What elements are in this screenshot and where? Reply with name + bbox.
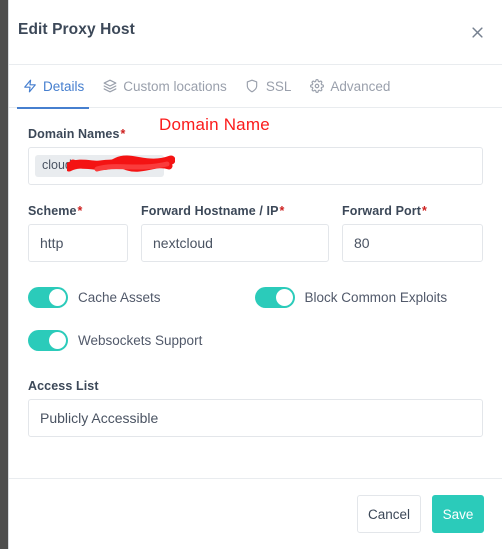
domain-name-tag-text: cloud. [42, 158, 76, 173]
field-group-domain-names: Domain Names* cloud.xxxxxxxxxxxxx Domain… [28, 108, 483, 185]
toggle-switch-icon[interactable] [254, 286, 295, 308]
scheme-label: Scheme* [28, 204, 128, 218]
domain-name-tag[interactable]: cloud.xxxxxxxxxxxxx [35, 155, 176, 177]
toggle-group: Cache Assets Block Common Exploits Webso… [28, 262, 483, 355]
toggle-switch-icon[interactable] [28, 286, 68, 308]
modal-footer: Cancel Save [9, 478, 502, 549]
access-list-select[interactable]: Publicly Accessible [28, 399, 483, 437]
domain-names-input[interactable]: cloud.xxxxxxxxxxxxx Domain Name [28, 115, 483, 185]
redaction-scribble [64, 153, 176, 175]
field-group-access-list: Access List Publicly Accessible [28, 355, 483, 437]
page-title: Edit Proxy Host [18, 21, 135, 38]
toggle-cache-assets-label: Cache Assets [78, 289, 161, 305]
tab-custom-locations[interactable]: Custom locations [93, 65, 236, 108]
modal-body: Domain Names* cloud.xxxxxxxxxxxxx Domain… [9, 108, 502, 478]
required-asterisk: * [279, 204, 285, 218]
domain-names-label-text: Domain Names [28, 127, 120, 141]
tab-advanced-label: Advanced [330, 78, 391, 94]
forward-port-label-text: Forward Port [342, 204, 421, 218]
tab-ssl-label: SSL [265, 78, 292, 94]
tab-details-label: Details [43, 78, 85, 94]
toggle-websockets-support-label: Websockets Support [78, 332, 203, 348]
gear-icon [309, 79, 324, 94]
forward-hostname-value: nextcloud [153, 235, 213, 251]
tab-details[interactable]: Details [13, 65, 93, 109]
layers-icon [102, 79, 117, 94]
tab-bar: Details Custom locations SSL Advanced [9, 65, 502, 109]
field-group-forward-port: Forward Port* 80 [342, 204, 483, 262]
toggle-cache-assets[interactable]: Cache Assets [28, 286, 161, 308]
zap-icon [22, 79, 37, 94]
tab-ssl[interactable]: SSL [236, 65, 301, 108]
scheme-label-text: Scheme [28, 204, 77, 218]
edit-proxy-host-modal: Edit Proxy Host Details Custom locations… [8, 0, 502, 549]
forward-hostname-label-text: Forward Hostname / IP [141, 204, 279, 218]
forward-port-value: 80 [354, 235, 370, 251]
access-list-label: Access List [28, 379, 99, 393]
toggle-block-common-exploits[interactable]: Block Common Exploits [254, 286, 448, 308]
forward-port-input[interactable]: 80 [342, 224, 483, 262]
shield-icon [245, 79, 260, 94]
scheme-input[interactable]: http [28, 224, 128, 262]
modal-header: Edit Proxy Host [9, 0, 502, 65]
toggle-block-common-exploits-label: Block Common Exploits [304, 289, 448, 305]
forward-hostname-label: Forward Hostname / IP* [141, 204, 329, 218]
save-button[interactable]: Save [432, 495, 484, 533]
annotation-domain-name: Domain Name [159, 115, 270, 134]
cancel-button[interactable]: Cancel [357, 495, 421, 533]
field-group-forwarding: Scheme* http Forward Hostname / IP* next… [28, 185, 483, 262]
required-asterisk: * [120, 127, 126, 141]
access-list-value: Publicly Accessible [40, 410, 159, 426]
required-asterisk: * [421, 204, 427, 218]
close-icon[interactable] [464, 19, 490, 45]
scheme-value: http [40, 235, 64, 251]
toggle-row-1: Cache Assets Block Common Exploits [28, 282, 483, 312]
field-group-scheme: Scheme* http [28, 204, 128, 262]
tab-advanced[interactable]: Advanced [300, 65, 399, 108]
field-group-forward-hostname: Forward Hostname / IP* nextcloud [141, 204, 329, 262]
forward-port-label: Forward Port* [342, 204, 483, 218]
tab-custom-locations-label: Custom locations [123, 78, 227, 94]
required-asterisk: * [77, 204, 83, 218]
forward-hostname-input[interactable]: nextcloud [141, 224, 329, 262]
toggle-row-2: Websockets Support [28, 325, 483, 355]
toggle-websockets-support[interactable]: Websockets Support [28, 329, 203, 351]
toggle-switch-icon[interactable] [28, 329, 68, 351]
